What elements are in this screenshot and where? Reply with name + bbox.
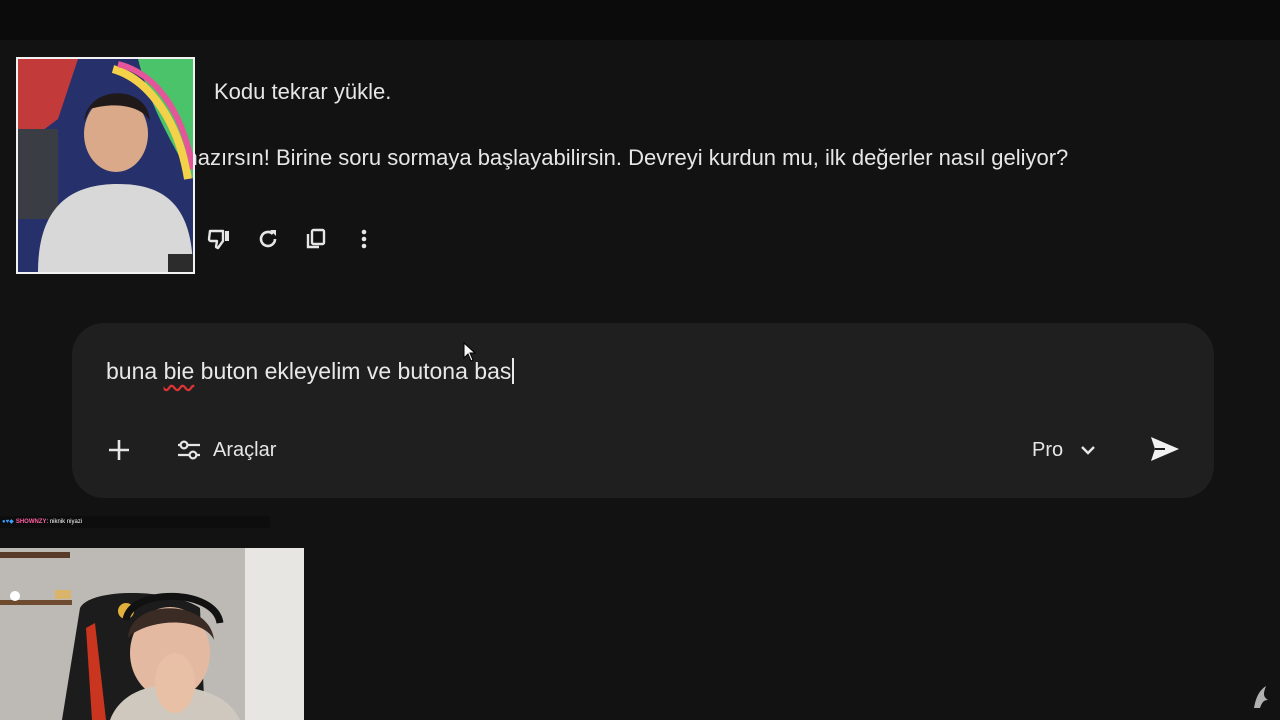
chevron-down-icon bbox=[1081, 446, 1095, 455]
chat-username: SHOWNZY bbox=[15, 519, 47, 525]
stream-chat-line: ●♥◆ SHOWNZY: niknik niyazi bbox=[0, 516, 270, 528]
plus-icon bbox=[109, 440, 129, 460]
tools-label: Araçlar bbox=[213, 438, 277, 461]
add-attachment-button[interactable] bbox=[102, 435, 136, 465]
send-button[interactable] bbox=[1146, 431, 1184, 467]
more-options-button[interactable] bbox=[340, 224, 388, 254]
user-message: Kodu tekrar yükle. bbox=[214, 79, 392, 104]
assistant-message: ndi hazırsın! Birine soru sormaya başlay… bbox=[150, 145, 1069, 170]
refresh-icon bbox=[259, 230, 277, 248]
tools-button[interactable]: Araçlar bbox=[176, 434, 276, 466]
send-icon bbox=[1151, 437, 1179, 461]
copy-button[interactable] bbox=[292, 224, 340, 254]
prompt-composer: buna bie buton ekleyelim ve butona bas A… bbox=[72, 323, 1214, 498]
mouse-cursor-icon bbox=[463, 342, 477, 362]
top-bar bbox=[0, 0, 1280, 40]
misspelled-word: bie bbox=[163, 358, 195, 384]
second-webcam-overlay bbox=[0, 548, 304, 720]
chat-message: : niknik niyazi bbox=[46, 519, 83, 525]
copy-icon bbox=[306, 228, 326, 249]
prompt-input-text: buna bbox=[106, 358, 164, 384]
message-actions bbox=[196, 224, 388, 254]
regenerate-button[interactable] bbox=[244, 224, 292, 254]
prompt-input[interactable]: buna bie buton ekleyelim ve butona bas bbox=[106, 358, 515, 385]
webcam-overlay bbox=[16, 57, 195, 274]
model-label: Pro bbox=[1032, 438, 1064, 461]
text-caret bbox=[512, 358, 515, 384]
chat-badge-icon: ●♥◆ bbox=[2, 519, 14, 525]
sliders-icon bbox=[178, 440, 200, 460]
thumbs-down-button[interactable] bbox=[196, 224, 244, 254]
second-webcam-image bbox=[0, 548, 304, 720]
model-selector[interactable]: Pro bbox=[1032, 434, 1097, 466]
webcam-image bbox=[18, 59, 193, 272]
screen: ndi hazırsın! Birine soru sormaya başlay… bbox=[0, 0, 1280, 720]
thumbs-down-icon bbox=[207, 229, 229, 250]
more-vert-icon bbox=[361, 229, 367, 249]
stream-logo-icon bbox=[1254, 686, 1268, 708]
